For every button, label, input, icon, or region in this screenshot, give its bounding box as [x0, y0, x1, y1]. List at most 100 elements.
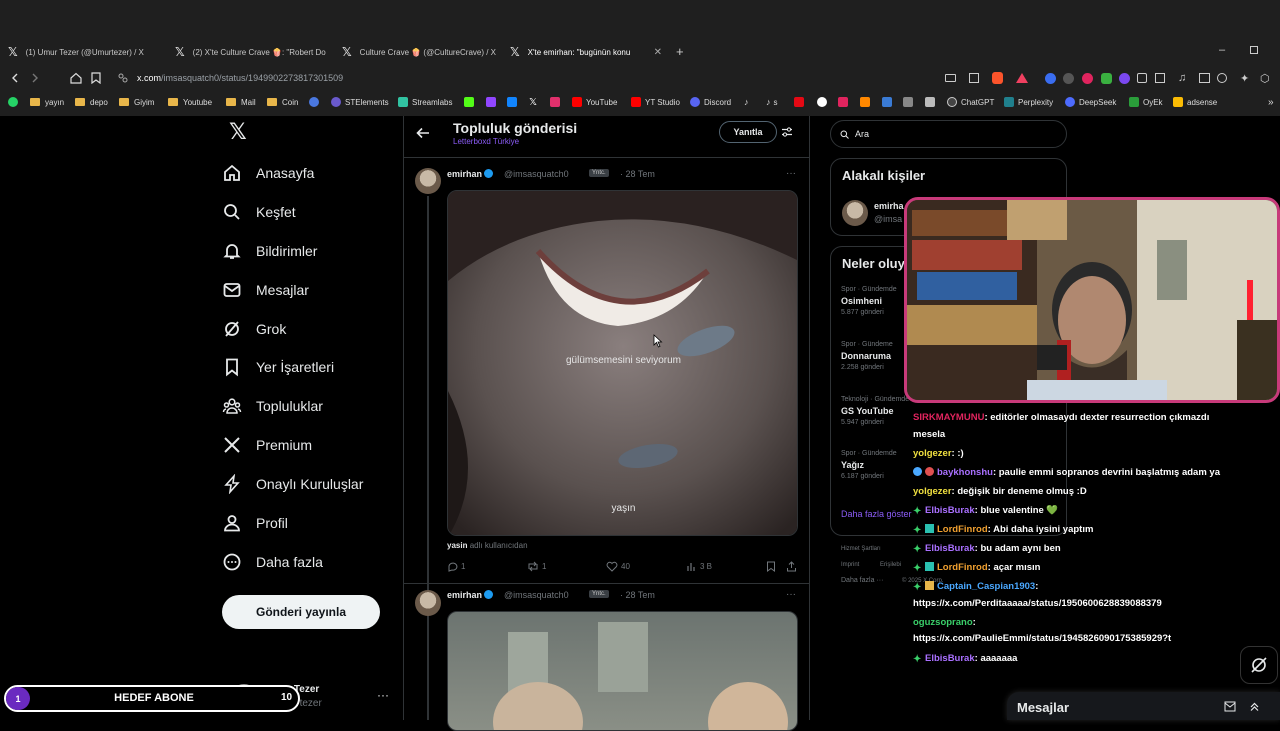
bookmark-folder[interactable]: depo: [75, 95, 108, 109]
footer-more-link[interactable]: Daha fazla ···: [841, 577, 883, 584]
back-arrow-icon[interactable]: [10, 73, 20, 83]
bookmark-site[interactable]: [309, 95, 323, 109]
puzzle-icon[interactable]: [1137, 73, 1147, 83]
url-field[interactable]: x.com/imsasquatch0/status/19499022738173…: [137, 73, 343, 83]
bookmark-site[interactable]: [464, 95, 478, 109]
extension-icon[interactable]: [1082, 73, 1093, 84]
footer-link[interactable]: Imprint: [841, 562, 859, 568]
bookmark-icon[interactable]: [766, 561, 776, 572]
repost-action[interactable]: 1: [527, 561, 546, 572]
show-more-link[interactable]: Daha fazla göster: [841, 509, 912, 519]
trend-item[interactable]: Teknoloji · Gündemde GS YouTube 5.947 gönd…: [841, 396, 911, 426]
post-media[interactable]: [447, 611, 798, 731]
post-more-icon[interactable]: ···: [786, 168, 796, 179]
bookmark-site[interactable]: [925, 95, 939, 109]
bookmark-site[interactable]: OyEk: [1129, 95, 1163, 109]
back-arrow-icon[interactable]: [416, 126, 430, 140]
bookmark-site[interactable]: Streamlabs: [398, 95, 452, 109]
footer-link[interactable]: Erişilebi: [880, 562, 901, 568]
bookmark-site[interactable]: ChatGPT: [947, 95, 994, 109]
nav-item-notifications[interactable]: Bildirimler: [222, 236, 317, 266]
browser-tab-2[interactable]: 𝕏 (2) X'te Culture Crave 🍿: "Robert Do: [175, 40, 335, 64]
nav-item-premium[interactable]: Premium: [222, 430, 312, 460]
reply-button[interactable]: Yanıtla: [719, 121, 777, 143]
account-more-icon[interactable]: ···: [377, 688, 389, 702]
post-more-icon[interactable]: ···: [786, 589, 796, 600]
browser-tab-4-active[interactable]: 𝕏 X'te emirhan: "bugünün konu ✕: [510, 40, 662, 64]
browser-tab-1[interactable]: 𝕏 (1) Umur Tezer (@Umurtezer) / X: [8, 40, 168, 64]
brave-shield-icon[interactable]: [992, 72, 1003, 84]
new-tab-icon[interactable]: +: [676, 44, 684, 59]
nav-item-messages[interactable]: Mesajlar: [222, 275, 309, 305]
sliders-icon[interactable]: [781, 126, 793, 138]
post-avatar[interactable]: [415, 590, 441, 616]
post-date[interactable]: · 28 Tem: [620, 169, 655, 179]
tab-close-icon[interactable]: ✕: [654, 47, 662, 58]
footer-link[interactable]: Hizmet Şartları: [841, 546, 881, 552]
bookmark-site[interactable]: [507, 95, 521, 109]
nav-item-bookmarks[interactable]: Yer İşaretleri: [222, 352, 334, 382]
bookmark-site[interactable]: [882, 95, 896, 109]
bookmark-site[interactable]: [903, 95, 917, 109]
bookmark-page-icon[interactable]: [91, 72, 101, 84]
split-view-icon[interactable]: [1199, 73, 1210, 83]
cast-icon[interactable]: [945, 74, 956, 82]
bookmark-site[interactable]: [817, 95, 831, 109]
sidebar-toggle-icon[interactable]: [1155, 73, 1165, 83]
bookmark-site[interactable]: ♪: [744, 95, 749, 109]
views-action[interactable]: 3 B: [686, 561, 712, 572]
music-icon[interactable]: ♫: [1178, 72, 1186, 84]
post-author-handle[interactable]: @imsasquatch0: [504, 169, 569, 179]
nav-item-grok[interactable]: Grok: [222, 314, 286, 344]
post-button[interactable]: Gönderi yayınla: [222, 595, 380, 629]
home-icon[interactable]: [70, 72, 82, 84]
bookmark-folder[interactable]: Youtube: [168, 95, 212, 109]
person-avatar[interactable]: [842, 200, 868, 226]
bookmark-site[interactable]: [486, 95, 500, 109]
bookmark-folder[interactable]: yayın: [30, 95, 64, 109]
extension-icon[interactable]: [1101, 73, 1112, 84]
bookmark-site[interactable]: ♪ s: [766, 95, 778, 109]
post-media[interactable]: gülümsemesini seviyorum yaşın: [447, 190, 798, 536]
search-input[interactable]: Ara: [830, 120, 1067, 148]
trend-item[interactable]: Spor · Gündemde Osimheni 5.877 gönderi: [841, 286, 911, 316]
brave-rewards-icon[interactable]: [1016, 73, 1028, 83]
community-link[interactable]: Letterboxd Türkiye: [453, 137, 519, 146]
like-action[interactable]: 40: [606, 561, 630, 572]
messages-drawer[interactable]: Mesajlar: [1007, 692, 1280, 720]
bookmark-site[interactable]: adsense: [1173, 95, 1217, 109]
trend-item[interactable]: Spor · Gündeme Donnaruma 2.258 gönderi: [841, 341, 911, 371]
browser-tab-3[interactable]: 𝕏 Culture Crave 🍿 (@CultureCrave) / X: [342, 40, 497, 64]
bookmark-site[interactable]: 𝕏: [529, 95, 537, 109]
whatsapp-bookmark[interactable]: [8, 95, 22, 109]
bookmark-site[interactable]: YT Studio: [631, 95, 680, 109]
menu-icon[interactable]: ⬡: [1260, 72, 1270, 85]
share-icon[interactable]: [969, 73, 979, 83]
bookmark-site[interactable]: [550, 95, 564, 109]
grok-button[interactable]: [1240, 646, 1278, 684]
bookmark-site[interactable]: Perplexity: [1004, 95, 1053, 109]
extension-icon[interactable]: [1045, 73, 1056, 84]
bookmark-site[interactable]: Discord: [690, 95, 731, 109]
bookmark-site[interactable]: [860, 95, 874, 109]
post-author-name[interactable]: emirhan: [447, 169, 494, 179]
minimize-icon[interactable]: –: [1219, 44, 1225, 56]
leo-ai-icon[interactable]: ✦: [1240, 72, 1249, 85]
maximize-icon[interactable]: [1250, 46, 1258, 54]
post-author-handle[interactable]: @imsasquatch0: [504, 590, 569, 600]
bookmark-folder[interactable]: Coin: [267, 95, 298, 109]
nav-item-explore[interactable]: Keşfet: [222, 197, 296, 227]
bookmark-site[interactable]: [794, 95, 808, 109]
forward-arrow-icon[interactable]: [30, 73, 40, 83]
credit-user[interactable]: yasin: [447, 541, 467, 550]
share-icon[interactable]: [786, 561, 797, 572]
nav-item-home[interactable]: Anasayfa: [222, 158, 314, 188]
bookmark-folder[interactable]: Giyim: [119, 95, 154, 109]
nav-item-more[interactable]: Daha fazla: [222, 547, 323, 577]
bookmark-site[interactable]: [838, 95, 852, 109]
trend-item[interactable]: Spor · Gündemde Yağız 6.187 gönderi: [841, 450, 911, 480]
person-name[interactable]: emirha: [874, 201, 904, 211]
post-author-name[interactable]: emirhan: [447, 590, 494, 600]
new-message-icon[interactable]: [1224, 701, 1236, 712]
post-avatar[interactable]: [415, 168, 441, 194]
